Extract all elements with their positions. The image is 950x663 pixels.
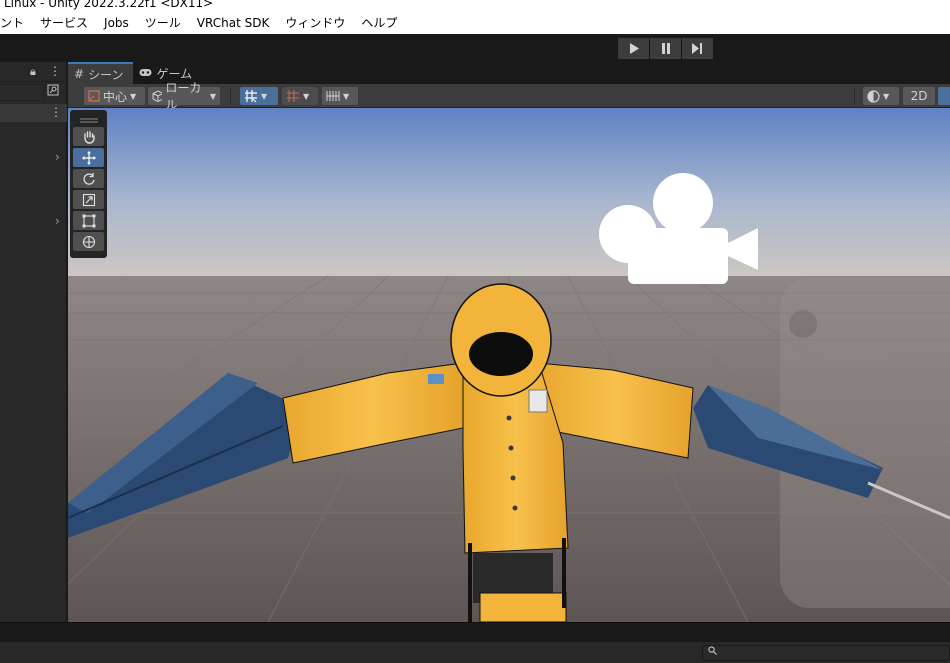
menu-item-jobs[interactable]: Jobs xyxy=(96,12,137,34)
menu-item-tools[interactable]: ツール xyxy=(137,12,189,34)
snap-icon xyxy=(287,90,299,102)
tab-label: シーン xyxy=(88,67,124,82)
rect-tool[interactable] xyxy=(73,211,104,230)
space-dropdown[interactable]: ローカル ▼ xyxy=(148,81,220,112)
rotate-icon xyxy=(82,172,95,185)
shading-icon xyxy=(867,89,880,103)
search-field[interactable] xyxy=(0,84,44,101)
increment-snap-toggle[interactable]: ▼ xyxy=(282,87,318,105)
palette-grip-icon[interactable] xyxy=(73,113,104,127)
caret-icon: ▼ xyxy=(130,91,137,101)
gamepad-icon xyxy=(139,66,152,80)
menu-item-window[interactable]: ウィンドウ xyxy=(277,12,353,34)
menu-item-component[interactable]: ント xyxy=(0,12,32,34)
caret-icon: ▼ xyxy=(261,91,268,101)
scene-row[interactable]: ⋮ xyxy=(0,104,67,122)
separator xyxy=(230,89,231,103)
console-tab-bar xyxy=(0,622,950,642)
pivot-icon xyxy=(88,90,100,102)
caret-icon: ▼ xyxy=(343,91,350,101)
move-tool[interactable] xyxy=(73,148,104,167)
menu-item-help[interactable]: ヘルプ xyxy=(353,12,405,34)
window-title: Linux - Unity 2022.3.22f1 <DX11> xyxy=(0,0,950,12)
hierarchy-panel: 🔒︎ ⋮ ⋮ › › xyxy=(0,62,67,622)
pivot-dropdown[interactable]: 中心 ▼ xyxy=(84,87,145,105)
expand-arrow-icon[interactable]: › xyxy=(55,150,60,164)
expand-arrow-icon[interactable]: › xyxy=(55,214,60,228)
caret-icon: ▼ xyxy=(883,91,890,101)
grid-visibility-dropdown[interactable]: ▼ xyxy=(322,87,358,105)
caret-icon: ▼ xyxy=(209,91,216,101)
caret-icon: ▼ xyxy=(303,91,310,101)
lock-icon[interactable]: 🔒︎ xyxy=(30,65,36,79)
hand-icon xyxy=(83,130,95,144)
transform-tool[interactable] xyxy=(73,232,104,251)
menu-bar: ント サービス Jobs ツール VRChat SDK ウィンドウ ヘルプ xyxy=(0,12,950,34)
menu-item-services[interactable]: サービス xyxy=(32,12,96,34)
grid-icon: # xyxy=(74,67,85,81)
move-icon xyxy=(81,150,96,165)
tool-palette xyxy=(70,110,107,258)
rotate-tool[interactable] xyxy=(73,169,104,188)
grid-snap-icon xyxy=(245,90,257,103)
hand-tool[interactable] xyxy=(73,127,104,146)
pause-icon xyxy=(661,43,670,54)
2d-toggle[interactable]: 2D xyxy=(903,87,935,105)
scene-view: # シーン ゲーム 中心 ▼ ローカル ▼ ▼ ▼ ▼ ▼ 2D xyxy=(68,62,950,622)
project-search-input[interactable] xyxy=(702,645,950,661)
ruler-icon xyxy=(326,91,340,101)
row-menu-button[interactable]: ⋮ xyxy=(50,105,62,119)
scene-render xyxy=(68,108,950,622)
play-toolbar xyxy=(0,34,950,62)
step-icon xyxy=(692,43,702,54)
play-controls xyxy=(618,38,713,59)
2d-label: 2D xyxy=(910,89,928,103)
step-button[interactable] xyxy=(682,38,713,59)
separator xyxy=(854,89,855,103)
menu-item-vrchat-sdk[interactable]: VRChat SDK xyxy=(189,12,278,34)
search-by-type-icon[interactable] xyxy=(47,84,61,101)
panel-menu-button[interactable]: ⋮ xyxy=(49,64,61,78)
rect-icon xyxy=(82,214,95,227)
draw-mode-dropdown[interactable]: ▼ xyxy=(863,87,899,105)
tab-scene[interactable]: # シーン xyxy=(68,62,134,84)
scale-icon xyxy=(82,193,95,206)
scene-toolbar: 中心 ▼ ローカル ▼ ▼ ▼ ▼ ▼ 2D xyxy=(68,81,950,112)
cube-icon xyxy=(152,90,163,102)
play-icon xyxy=(629,43,639,54)
status-bar xyxy=(0,642,950,663)
pause-button[interactable] xyxy=(650,38,681,59)
lighting-toggle[interactable] xyxy=(938,87,950,105)
search-icon xyxy=(708,646,717,658)
pivot-label: 中心 xyxy=(103,89,128,104)
panel-header: 🔒︎ ⋮ xyxy=(0,62,66,82)
scene-viewport[interactable] xyxy=(68,108,950,622)
scale-tool[interactable] xyxy=(73,190,104,209)
transform-icon xyxy=(82,235,95,248)
grid-snap-toggle[interactable]: ▼ xyxy=(240,87,278,105)
play-button[interactable] xyxy=(618,38,649,59)
